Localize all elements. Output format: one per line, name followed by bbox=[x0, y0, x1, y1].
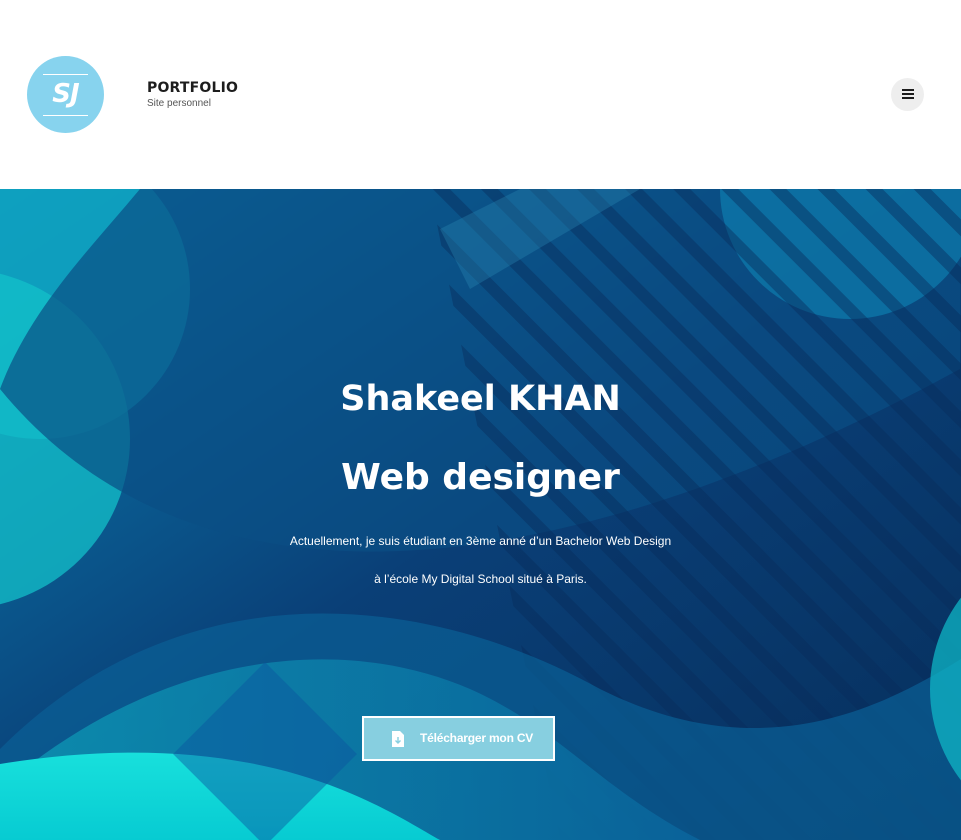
hero-description-line-1: Actuellement, je suis étudiant en 3ème a… bbox=[289, 534, 672, 548]
file-download-icon bbox=[392, 731, 404, 747]
brand: PORTFOLIO Site personnel bbox=[147, 80, 238, 110]
brand-title[interactable]: PORTFOLIO bbox=[147, 80, 238, 96]
download-cv-button[interactable]: Télécharger mon CV bbox=[362, 716, 555, 761]
site-header: SJ PORTFOLIO Site personnel bbox=[0, 0, 961, 189]
logo-line-top bbox=[43, 74, 88, 75]
logo-line-bottom bbox=[43, 115, 88, 116]
hero-section: Shakeel KHAN Web designer Actuellement, … bbox=[0, 189, 961, 840]
menu-bar bbox=[902, 97, 914, 99]
menu-bar bbox=[902, 93, 914, 95]
hero-content: Shakeel KHAN Web designer Actuellement, … bbox=[0, 189, 961, 840]
brand-subtitle: Site personnel bbox=[147, 98, 211, 109]
logo-text: SJ bbox=[52, 79, 79, 109]
hero-name: Shakeel KHAN bbox=[340, 379, 621, 419]
hero-description-line-2: à l’école My Digital School situé à Pari… bbox=[374, 572, 587, 586]
download-cv-label: Télécharger mon CV bbox=[420, 731, 534, 745]
hero-role: Web designer bbox=[341, 457, 620, 498]
menu-bar bbox=[902, 89, 914, 91]
logo[interactable]: SJ bbox=[27, 56, 104, 133]
hamburger-menu-icon[interactable] bbox=[891, 78, 924, 111]
